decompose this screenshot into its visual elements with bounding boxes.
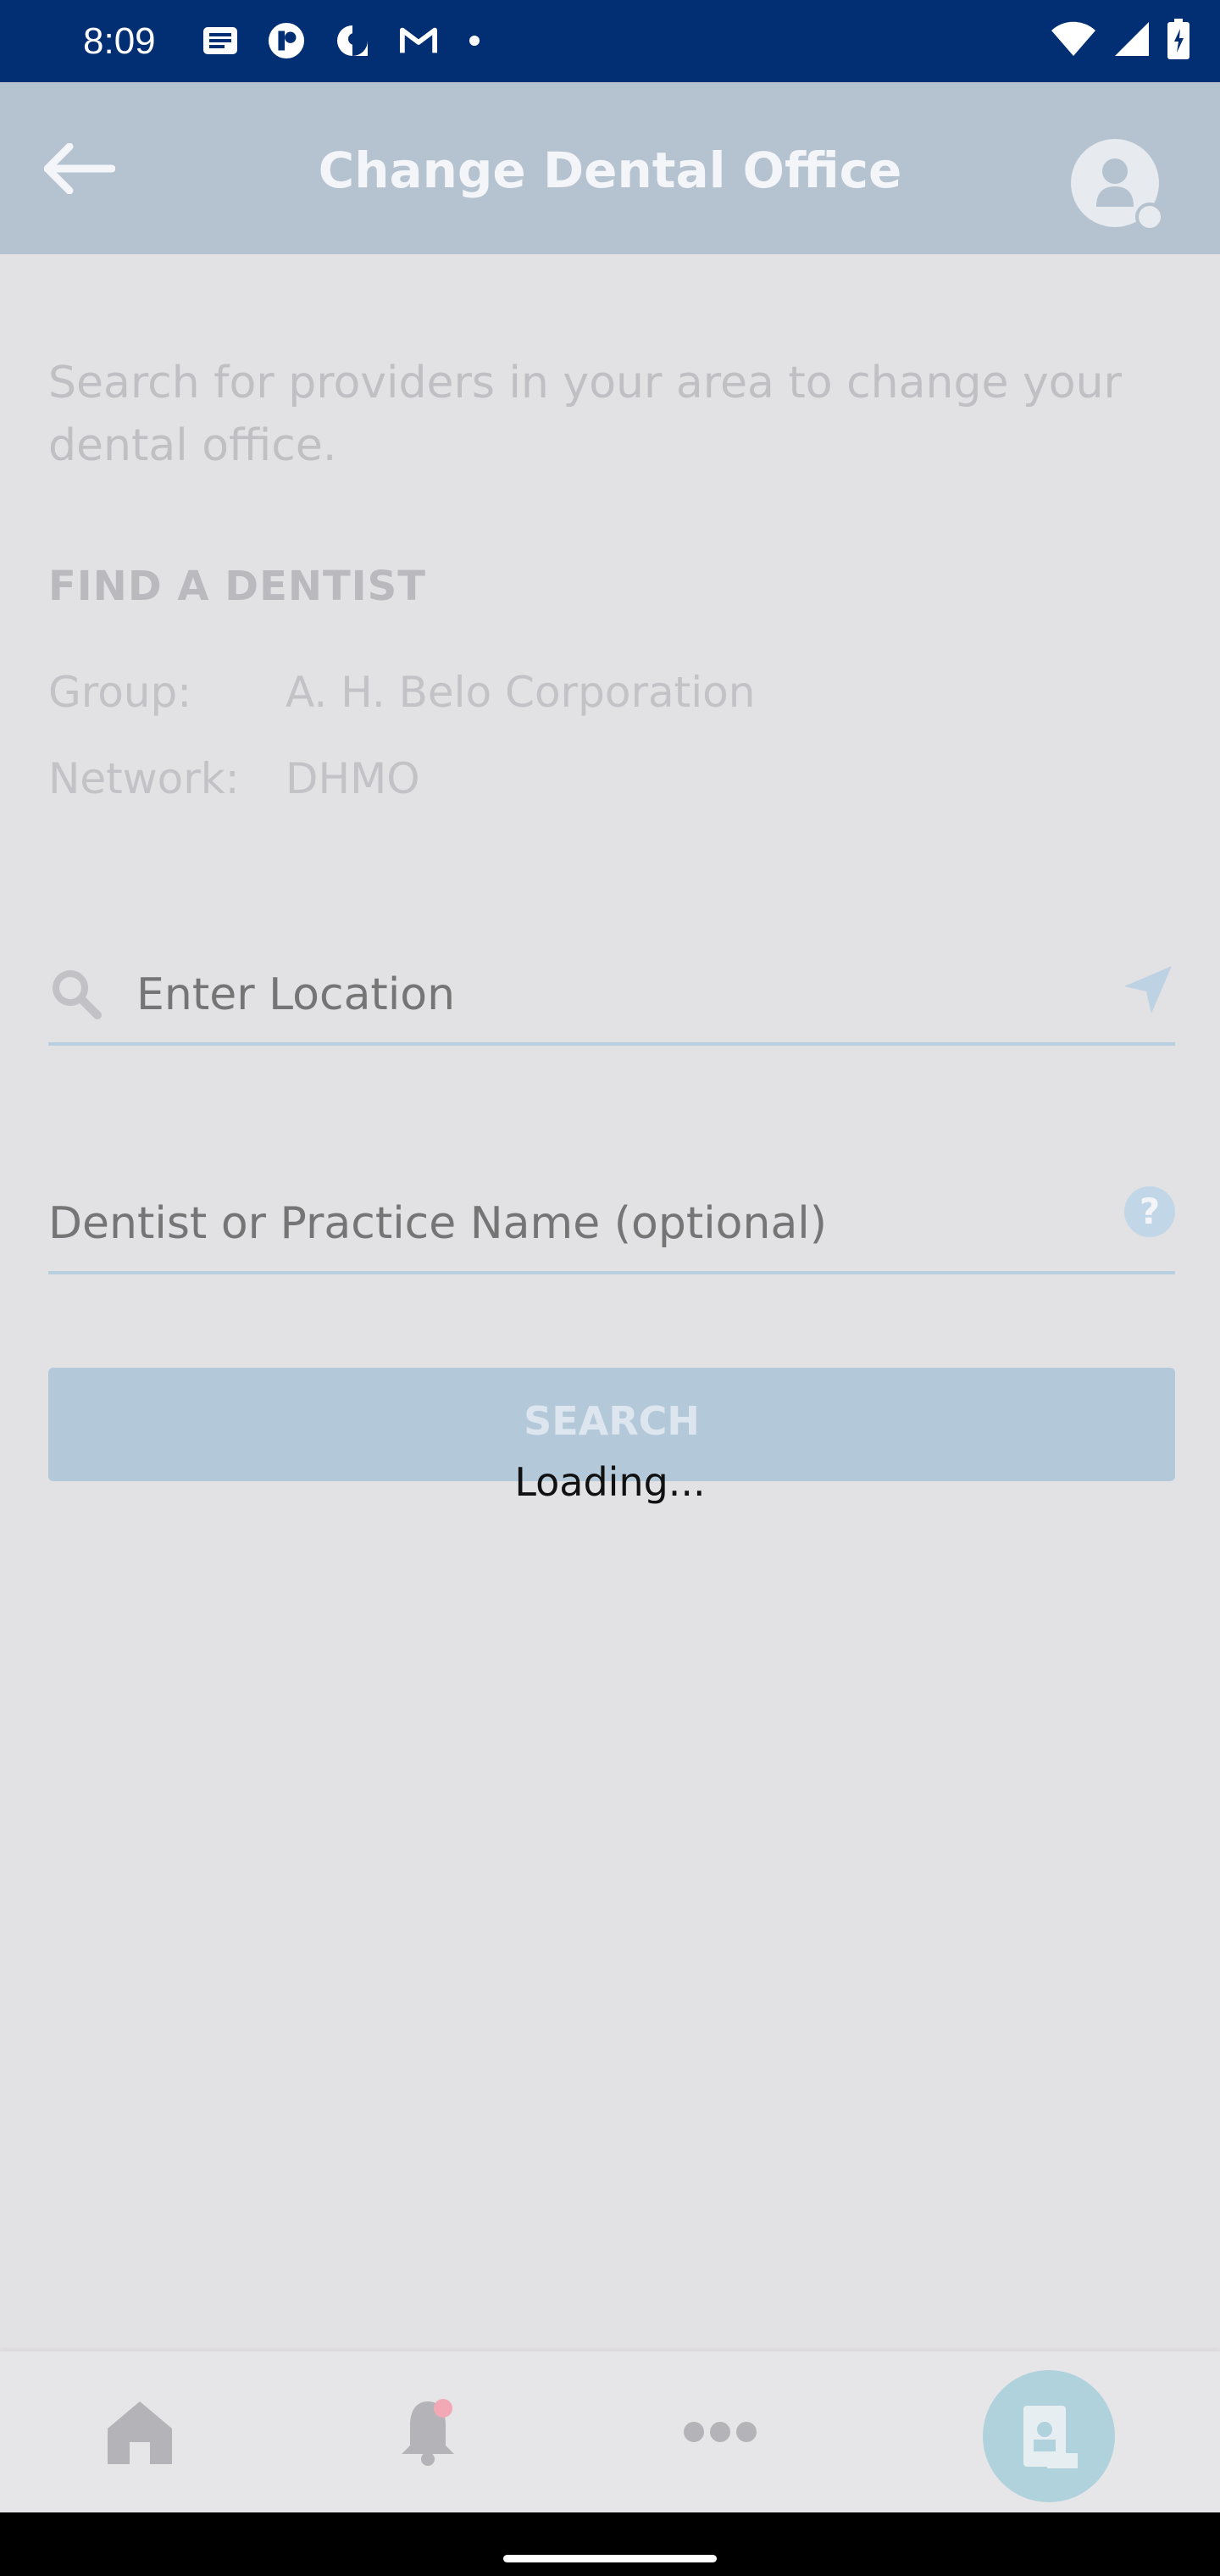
network-row: Network: DHMO [48,754,420,803]
section-title: FIND A DENTIST [48,563,426,610]
system-icons [1051,19,1190,63]
group-row: Group: A. H. Belo Corporation [48,668,755,717]
nav-home[interactable] [93,2385,186,2479]
nav-id-card[interactable] [983,2370,1115,2502]
dot-icon [469,36,480,46]
gmail-icon [400,22,437,59]
notification-icons [202,22,480,59]
loading-text: Loading... [514,1459,706,1505]
group-label: Group: [48,668,192,717]
bottom-nav [0,2351,1220,2512]
nav-more[interactable] [674,2385,767,2479]
news-icon [202,22,239,59]
notification-dot [434,2399,452,2418]
status-bar: 8:09 [0,0,1220,82]
more-icon [684,2422,757,2442]
status-time: 8:09 [83,20,156,62]
signal-icon [1113,20,1151,61]
help-icon[interactable]: ? [1124,1186,1175,1237]
home-icon [108,2401,172,2464]
location-arrow-icon[interactable] [1121,963,1175,1017]
search-icon [48,966,103,1020]
group-value: A. H. Belo Corporation [286,668,756,717]
home-gesture-handle[interactable] [503,2555,717,2562]
gesture-bar [0,2512,1220,2576]
dentist-name-field: ? [48,1178,1175,1274]
network-value: DHMO [286,754,420,803]
location-input[interactable] [136,968,1068,1022]
app-header: Change Dental Office [0,82,1220,254]
location-field [48,949,1175,1046]
messenger-icon [334,22,371,59]
page-title: Change Dental Office [318,142,902,199]
app-icon [268,22,305,59]
network-label: Network: [48,754,240,803]
battery-icon [1167,19,1190,63]
id-card-icon [1023,2406,1078,2468]
dentist-name-input[interactable] [48,1196,1065,1251]
intro-text: Search for providers in your area to cha… [48,358,1122,471]
menu-badge-icon [1135,203,1164,231]
wifi-icon [1051,20,1096,61]
search-button-label: SEARCH [524,1398,700,1444]
nav-notifications[interactable] [381,2385,474,2479]
